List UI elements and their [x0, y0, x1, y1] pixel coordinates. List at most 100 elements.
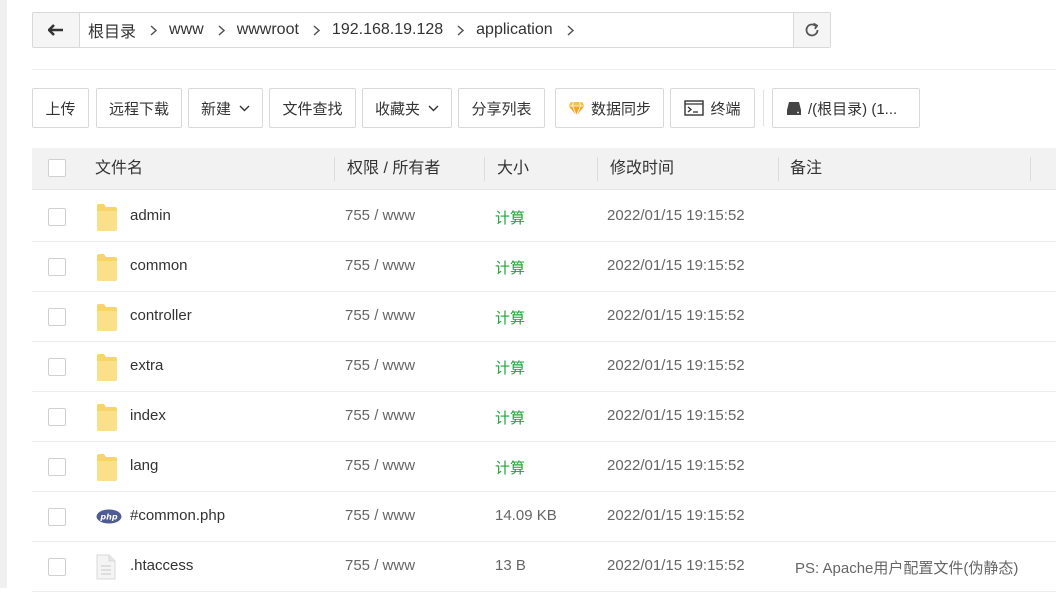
file-size: 13 B [495, 557, 526, 574]
folder-icon [96, 302, 118, 337]
file-note[interactable]: PS: Apache用户配置文件(伪静态) [795, 557, 1018, 578]
row-checkbox[interactable] [48, 358, 66, 376]
file-size[interactable]: 计算 [495, 457, 525, 478]
column-header-mtime[interactable]: 修改时间 [610, 148, 674, 189]
file-size[interactable]: 计算 [495, 357, 525, 378]
data-sync-button[interactable]: 数据同步 [555, 88, 664, 128]
breadcrumb-item[interactable]: 根目录 [88, 18, 136, 42]
file-size[interactable]: 计算 [495, 407, 525, 428]
folder-icon [96, 352, 118, 387]
data-sync-label: 数据同步 [590, 100, 651, 118]
header-label: 权限 / 所有者 [347, 160, 441, 177]
table-row[interactable]: admin 755 / www 计算 2022/01/15 19:15:52 [32, 192, 1056, 242]
breadcrumb-label: www [169, 21, 204, 38]
column-divider[interactable] [597, 157, 598, 181]
column-header-size[interactable]: 大小 [497, 148, 529, 189]
php-file-icon: php [96, 509, 122, 529]
breadcrumb-label: application [476, 21, 553, 38]
header-label: 文件名 [95, 160, 144, 177]
table-row[interactable]: php #common.php 755 / www 14.09 KB 2022/01/1… [32, 492, 1056, 542]
row-checkbox[interactable] [48, 208, 66, 226]
diamond-icon [568, 101, 585, 116]
file-permission[interactable]: 755 / www [345, 207, 415, 224]
refresh-icon [805, 22, 819, 37]
chevron-down-icon [239, 105, 250, 111]
breadcrumb-label: wwwroot [236, 21, 299, 38]
breadcrumb-item[interactable]: www [169, 21, 204, 39]
file-name[interactable]: .htaccess [130, 557, 193, 574]
row-checkbox[interactable] [48, 308, 66, 326]
column-divider[interactable] [484, 157, 485, 181]
column-divider[interactable] [778, 157, 779, 181]
file-modified-time: 2022/01/15 19:15:52 [607, 307, 745, 324]
file-permission[interactable]: 755 / www [345, 507, 415, 524]
file-permission[interactable]: 755 / www [345, 557, 415, 574]
table-row[interactable]: common 755 / www 计算 2022/01/15 19:15:52 [32, 242, 1056, 292]
file-permission[interactable]: 755 / www [345, 357, 415, 374]
new-dropdown-button[interactable]: 新建 [188, 88, 263, 128]
file-modified-time: 2022/01/15 19:15:52 [607, 457, 745, 474]
column-header-note: 备注 [790, 148, 822, 189]
file-permission[interactable]: 755 / www [345, 257, 415, 274]
breadcrumb: 根目录 www wwwroot 192.168.19.128 applicati… [32, 12, 831, 48]
file-size[interactable]: 计算 [495, 207, 525, 228]
remote-download-button[interactable]: 远程下载 [96, 88, 182, 128]
file-name[interactable]: #common.php [130, 507, 225, 524]
terminal-button[interactable]: 终端 [670, 88, 755, 128]
file-name[interactable]: admin [130, 207, 171, 224]
table-row[interactable]: .htaccess 755 / www 13 B 2022/01/15 19:15:5… [32, 542, 1056, 592]
hard-drive-icon [787, 101, 801, 115]
file-name[interactable]: lang [130, 457, 158, 474]
table-row[interactable]: lang 755 / www 计算 2022/01/15 19:15:52 [32, 442, 1056, 492]
row-checkbox[interactable] [48, 558, 66, 576]
breadcrumb-item[interactable]: application [476, 21, 553, 39]
disk-selector-button[interactable]: /(根目录) (1... [772, 88, 920, 128]
file-size[interactable]: 计算 [495, 257, 525, 278]
row-checkbox[interactable] [48, 508, 66, 526]
terminal-icon [684, 100, 705, 116]
disk-label: /(根目录) (1... [808, 100, 898, 118]
folder-icon [96, 402, 118, 437]
favorites-dropdown-button[interactable]: 收藏夹 [362, 88, 452, 128]
file-size[interactable]: 计算 [495, 307, 525, 328]
column-divider[interactable] [1030, 157, 1031, 181]
chevron-right-icon [457, 24, 465, 36]
favorites-label: 收藏夹 [374, 100, 420, 118]
breadcrumb-item[interactable]: 192.168.19.128 [332, 21, 443, 39]
table-row[interactable]: extra 755 / www 计算 2022/01/15 19:15:52 [32, 342, 1056, 392]
file-modified-time: 2022/01/15 19:15:52 [607, 407, 745, 424]
file-name[interactable]: index [130, 407, 166, 424]
file-permission[interactable]: 755 / www [345, 457, 415, 474]
file-search-button[interactable]: 文件查找 [269, 88, 356, 128]
file-modified-time: 2022/01/15 19:15:52 [607, 257, 745, 274]
row-checkbox[interactable] [48, 258, 66, 276]
file-size: 14.09 KB [495, 507, 557, 524]
header-label: 备注 [790, 160, 823, 177]
share-list-label: 分享列表 [471, 100, 532, 118]
breadcrumb-label: 192.168.19.128 [331, 21, 444, 38]
upload-button[interactable]: 上传 [32, 88, 89, 128]
svg-text:php: php [99, 513, 117, 522]
row-checkbox[interactable] [48, 408, 66, 426]
file-name[interactable]: controller [130, 307, 192, 324]
toolbar-separator [763, 90, 764, 126]
refresh-button[interactable] [793, 13, 830, 47]
row-checkbox[interactable] [48, 458, 66, 476]
divider [32, 69, 1056, 70]
file-name[interactable]: common [130, 257, 188, 274]
chevron-right-icon [218, 24, 225, 36]
table-row[interactable]: controller 755 / www 计算 2022/01/15 19:15:52 [32, 292, 1056, 342]
file-permission[interactable]: 755 / www [345, 407, 415, 424]
select-all-checkbox[interactable] [48, 159, 66, 177]
chevron-right-icon [567, 24, 574, 36]
back-button[interactable] [33, 13, 80, 47]
breadcrumb-label: 根目录 [88, 24, 137, 41]
share-list-button[interactable]: 分享列表 [458, 88, 545, 128]
breadcrumb-item[interactable]: wwwroot [237, 21, 299, 39]
file-modified-time: 2022/01/15 19:15:52 [607, 207, 745, 224]
table-row[interactable]: index 755 / www 计算 2022/01/15 19:15:52 [32, 392, 1056, 442]
column-divider[interactable] [334, 157, 335, 181]
column-header-name[interactable]: 文件名 [95, 148, 143, 189]
file-name[interactable]: extra [130, 357, 163, 374]
file-permission[interactable]: 755 / www [345, 307, 415, 324]
